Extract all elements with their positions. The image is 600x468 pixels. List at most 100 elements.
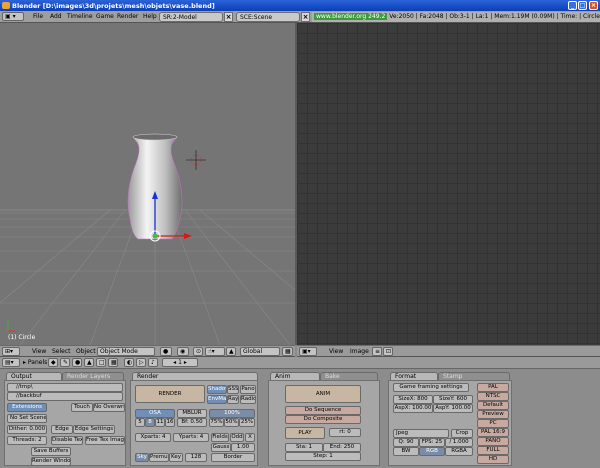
shadow-toggle[interactable]: Shadow xyxy=(207,385,227,394)
anim-context-icon[interactable]: ▷ xyxy=(136,358,146,367)
render-context-icon[interactable]: ◐ xyxy=(124,358,134,367)
logic-context-icon[interactable]: ◆ xyxy=(48,358,58,367)
backbuf-path-field[interactable]: //backbuf xyxy=(7,392,123,401)
sss-toggle[interactable]: SSS xyxy=(227,385,239,394)
rgb-toggle[interactable]: RGB xyxy=(419,447,445,456)
edge-toggle[interactable]: Edge xyxy=(51,425,73,434)
start-frame-field[interactable]: Sta: 1 xyxy=(285,443,323,452)
key-toggle[interactable]: Key xyxy=(169,453,183,462)
preset-pal-16-9[interactable]: PAL 16:9 xyxy=(477,428,509,437)
render-window-selector[interactable]: Render Window xyxy=(31,457,71,466)
edge-settings-button[interactable]: Edge Settings xyxy=(73,425,115,434)
do-sequence-toggle[interactable]: Do Sequence xyxy=(285,406,361,415)
script-context-icon[interactable]: ✎ xyxy=(60,358,70,367)
render-button[interactable]: RENDER xyxy=(135,385,205,403)
screen-close-icon[interactable]: × xyxy=(224,12,233,22)
premul-toggle[interactable]: Premul xyxy=(149,453,169,462)
menu-game[interactable]: Game xyxy=(96,13,114,20)
osa-8-button[interactable]: 8 xyxy=(145,418,155,427)
preset-default[interactable]: Default xyxy=(477,401,509,410)
image-menu-view[interactable]: View xyxy=(329,348,343,355)
object-context-icon[interactable]: ▲ xyxy=(84,358,94,367)
bf-field[interactable]: Bf: 0.50 xyxy=(177,418,207,427)
sound-context-icon[interactable]: ♪ xyxy=(148,358,158,367)
mblur-toggle[interactable]: MBLUR xyxy=(177,409,207,418)
layers-icon[interactable]: ▦ xyxy=(282,347,293,356)
preset-hd[interactable]: HD xyxy=(477,455,509,464)
odd-toggle[interactable]: Odd xyxy=(230,433,244,442)
editor-type-icon[interactable]: ▣ ▾ xyxy=(2,12,24,21)
threads-field[interactable]: Threads: 2 xyxy=(7,436,47,445)
file-format-selector[interactable]: Jpeg xyxy=(393,429,449,438)
preset-full[interactable]: FULL xyxy=(477,446,509,455)
tab-render-layers[interactable]: Render Layers xyxy=(62,372,124,380)
game-framing-button[interactable]: Game framing settings xyxy=(393,383,469,392)
view3d-editor-type-icon[interactable]: ⊞▾ xyxy=(2,347,20,356)
tab-anim[interactable]: Anim xyxy=(270,372,320,380)
image-editor[interactable] xyxy=(297,23,600,345)
snap-icon[interactable]: ⊙ xyxy=(193,347,203,356)
menu-render[interactable]: Render xyxy=(117,13,138,20)
output-path-field[interactable]: //tmp\ xyxy=(7,383,123,392)
pano-toggle[interactable]: Pano xyxy=(240,385,256,394)
preset-pc[interactable]: PC xyxy=(477,419,509,428)
gauss-selector[interactable]: Gauss xyxy=(211,443,231,452)
close-icon[interactable]: × xyxy=(589,1,598,10)
size-100-toggle[interactable]: 100% xyxy=(209,409,255,418)
buttons-editor-type-icon[interactable]: ▤▾ xyxy=(2,358,20,367)
sky-toggle[interactable]: Sky xyxy=(135,453,149,462)
menu-timeline[interactable]: Timeline xyxy=(67,13,93,20)
x-toggle[interactable]: X xyxy=(245,433,255,442)
editing-context-icon[interactable]: □ xyxy=(96,358,106,367)
aspy-field[interactable]: AspY: 100.00 xyxy=(433,404,473,413)
maximize-icon[interactable]: □ xyxy=(578,1,587,10)
frame-field[interactable]: ◂ 1 ▸ xyxy=(162,358,198,367)
depth-128-selector[interactable]: 128 xyxy=(185,453,207,462)
osa-11-button[interactable]: 11 xyxy=(155,418,165,427)
preset-preview[interactable]: Preview xyxy=(477,410,509,419)
rgba-toggle[interactable]: RGBA xyxy=(445,447,473,456)
3d-viewport[interactable]: (1) Circle xyxy=(0,23,295,345)
osa-16-button[interactable]: 16 xyxy=(165,418,175,427)
tab-render[interactable]: Render xyxy=(132,372,258,380)
translate-icon[interactable]: ▲ xyxy=(226,347,236,356)
preset-pal[interactable]: PAL xyxy=(477,383,509,392)
view3d-menu-view[interactable]: View xyxy=(32,348,46,355)
step-field[interactable]: Step: 1 xyxy=(285,452,361,461)
fps-field[interactable]: FPS: 25 xyxy=(419,438,445,447)
image-menu-image[interactable]: Image xyxy=(350,348,369,355)
draw-type-icon[interactable]: ● xyxy=(160,347,172,356)
no-set-scene-selector[interactable]: No Set Scene xyxy=(7,414,47,423)
size-50-toggle[interactable]: 50% xyxy=(224,418,239,427)
dither-field[interactable]: Dither: 0.000 xyxy=(7,425,47,434)
border-toggle[interactable]: Border xyxy=(211,453,255,462)
fps-base-field[interactable]: / 1.000 xyxy=(445,438,473,447)
size-25-toggle[interactable]: 25% xyxy=(239,418,255,427)
menu-add[interactable]: Add xyxy=(50,13,62,20)
free-tex-images-toggle[interactable]: Free Tex Images xyxy=(85,436,125,445)
image-lock-icon[interactable]: ⊡ xyxy=(383,347,393,356)
extensions-toggle[interactable]: Extensions xyxy=(7,403,47,412)
view3d-menu-select[interactable]: Select xyxy=(52,348,71,355)
image-pin-icon[interactable]: ≡ xyxy=(372,347,382,356)
preset-pano[interactable]: PANO xyxy=(477,437,509,446)
xparts-field[interactable]: Xparts: 4 xyxy=(135,433,171,442)
blender-url[interactable]: www.blender.org 249.2 xyxy=(314,13,388,20)
menu-file[interactable]: File xyxy=(33,13,43,20)
preset-ntsc[interactable]: NTSC xyxy=(477,392,509,401)
end-frame-field[interactable]: End: 250 xyxy=(323,443,361,452)
osa-5-button[interactable]: 5 xyxy=(135,418,145,427)
sizey-field[interactable]: SizeY: 600 xyxy=(433,395,473,404)
scene-context-icon[interactable]: ▦ xyxy=(108,358,118,367)
save-buffers-toggle[interactable]: Save Buffers xyxy=(31,447,71,456)
mode-selector[interactable]: Object Mode xyxy=(97,347,155,356)
scene-close-icon[interactable]: × xyxy=(301,12,310,22)
tab-stamp[interactable]: Stamp xyxy=(438,372,510,380)
manipulator-icon[interactable]: ☝▾ xyxy=(205,347,225,356)
pivot-icon[interactable]: ◉ xyxy=(177,347,189,356)
radio-toggle[interactable]: Radio xyxy=(240,395,256,404)
gauss-value-field[interactable]: 1.00 xyxy=(231,443,255,452)
tab-output[interactable]: Output xyxy=(6,372,62,380)
bw-toggle[interactable]: BW xyxy=(393,447,419,456)
rt-field[interactable]: rt: 0 xyxy=(329,428,361,437)
